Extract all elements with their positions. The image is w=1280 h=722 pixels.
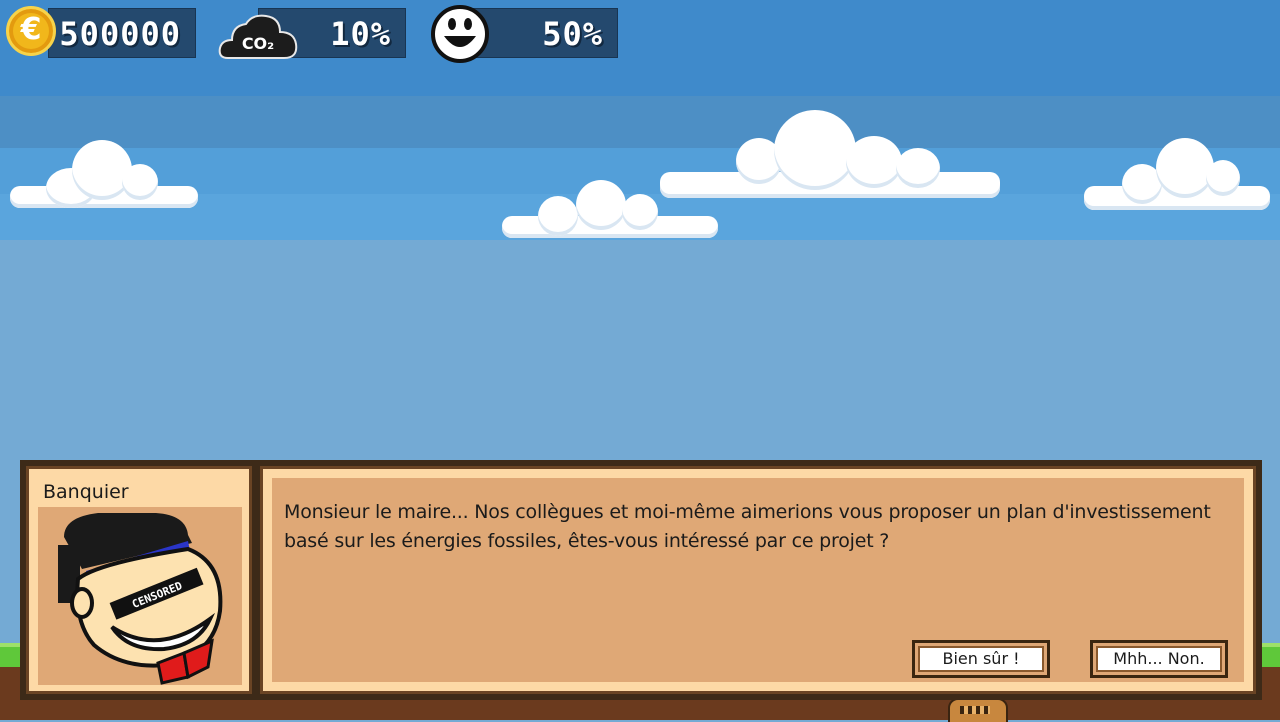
dialog-message: Monsieur le maire... Nos collègues et mo… xyxy=(284,501,1211,552)
accept-button[interactable]: Bien sûr ! xyxy=(912,640,1050,678)
happiness-panel: 50% xyxy=(470,8,618,58)
co2-stat: 10% CO₂ xyxy=(218,8,408,60)
speaker-name: Banquier xyxy=(43,481,129,503)
money-panel: 500000 xyxy=(48,8,196,58)
money-value: 500000 xyxy=(59,15,181,53)
message-panel: Monsieur le maire... Nos collègues et mo… xyxy=(260,466,1256,694)
co2-label: CO₂ xyxy=(241,34,275,53)
cloud xyxy=(1084,138,1270,212)
euro-coin-icon: € xyxy=(6,6,56,56)
happiness-stat: 50% xyxy=(430,5,620,63)
cloud xyxy=(10,138,198,210)
co2-cloud-icon: CO₂ xyxy=(218,12,298,60)
decline-button[interactable]: Mhh... Non. xyxy=(1090,640,1228,678)
critter-sprite xyxy=(948,698,1008,722)
dialog-box: Banquier CENSORED Monsieur le maire... N… xyxy=(20,460,1262,700)
money-stat: 500000 € xyxy=(4,6,196,58)
happiness-value: 50% xyxy=(542,15,603,53)
co2-value: 10% xyxy=(330,15,391,53)
banker-portrait: CENSORED xyxy=(38,507,242,685)
cloud xyxy=(660,110,1000,200)
smiley-face-icon xyxy=(430,4,490,64)
message-area: Monsieur le maire... Nos collègues et mo… xyxy=(272,478,1244,682)
speaker-panel: Banquier CENSORED xyxy=(26,466,252,694)
